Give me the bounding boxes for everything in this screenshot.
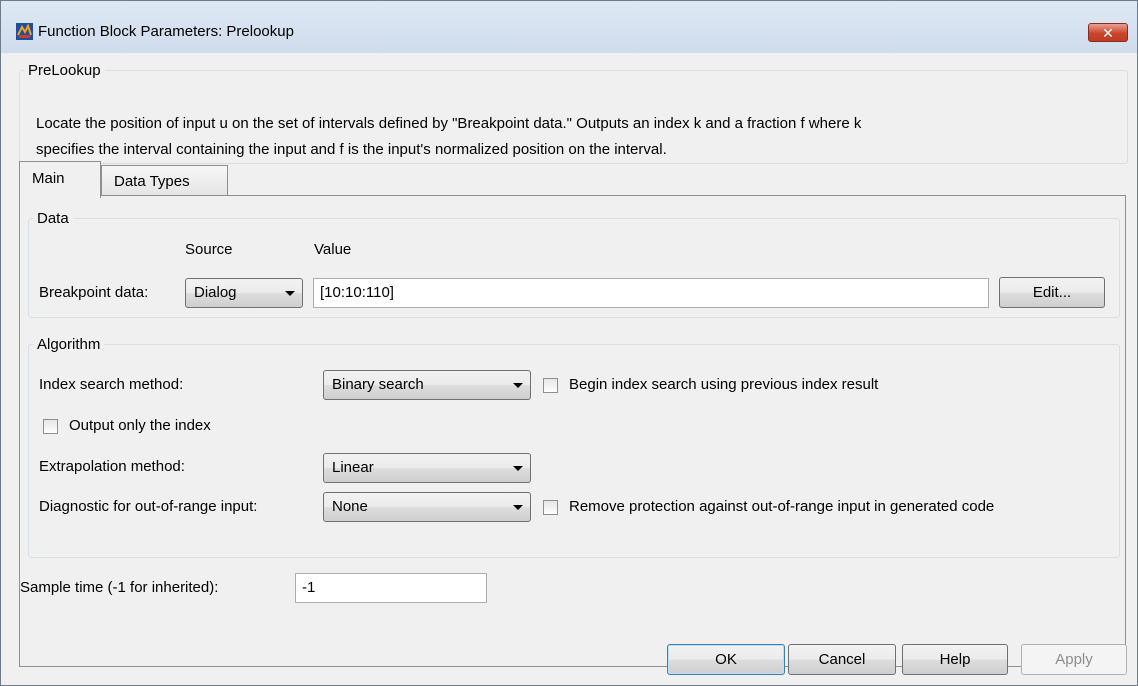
breakpoint-data-label: Breakpoint data:	[39, 284, 149, 301]
chevron-down-icon	[285, 291, 295, 296]
begin-index-checkbox[interactable]	[543, 378, 558, 393]
algorithm-group-title: Algorithm	[37, 336, 101, 353]
chevron-down-icon	[513, 505, 523, 510]
output-index-checkbox[interactable]	[43, 419, 58, 434]
description-line-2: specifies the interval containing the in…	[36, 141, 667, 158]
description-group-title: PreLookup	[28, 62, 101, 79]
tab-data-types[interactable]: Data Types	[101, 165, 228, 198]
block-description: Locate the position of input u on the se…	[36, 111, 1116, 163]
simulink-app-icon	[16, 23, 33, 40]
cancel-button[interactable]: Cancel	[788, 644, 896, 675]
description-group: PreLookup Locate the position of input u…	[19, 62, 1128, 164]
data-group-title: Data	[37, 210, 69, 227]
window-title: Function Block Parameters: Prelookup	[38, 23, 294, 40]
sample-time-label: Sample time (-1 for inherited):	[20, 579, 219, 596]
close-icon[interactable]: ✕	[1088, 23, 1128, 42]
breakpoint-data-input[interactable]: [10:10:110]	[313, 278, 989, 308]
breakpoint-source-value: Dialog	[194, 284, 237, 301]
chevron-down-icon	[513, 383, 523, 388]
chevron-down-icon	[513, 466, 523, 471]
description-line-1: Locate the position of input u on the se…	[36, 115, 862, 132]
ok-button[interactable]: OK	[667, 644, 785, 675]
remove-protection-checkbox[interactable]	[543, 500, 558, 515]
index-search-label: Index search method:	[39, 376, 184, 393]
extrapolation-label: Extrapolation method:	[39, 458, 185, 475]
title-bar[interactable]: Function Block Parameters: Prelookup ✕	[1, 1, 1137, 53]
sample-time-input[interactable]: -1	[295, 573, 487, 603]
source-header: Source	[185, 241, 233, 258]
value-header: Value	[314, 241, 352, 258]
algorithm-group: Algorithm Index search method: Binary se…	[28, 336, 1120, 558]
data-group: Data Source Value Breakpoint data: Dialo…	[28, 210, 1120, 318]
extrapolation-value: Linear	[332, 459, 374, 476]
begin-index-label: Begin index search using previous index …	[569, 376, 879, 393]
dialog-window: Function Block Parameters: Prelookup ✕ P…	[0, 0, 1138, 686]
help-button[interactable]: Help	[902, 644, 1008, 675]
index-search-dropdown[interactable]: Binary search	[323, 370, 531, 400]
breakpoint-source-dropdown[interactable]: Dialog	[185, 278, 303, 308]
diagnostic-label: Diagnostic for out-of-range input:	[39, 498, 258, 515]
edit-button[interactable]: Edit...	[999, 277, 1105, 308]
dialog-content: PreLookup Locate the position of input u…	[9, 53, 1130, 679]
tab-main[interactable]: Main	[19, 161, 101, 198]
index-search-value: Binary search	[332, 376, 424, 393]
remove-protection-label: Remove protection against out-of-range i…	[569, 498, 995, 515]
main-tab-panel: Data Source Value Breakpoint data: Dialo…	[19, 195, 1126, 667]
apply-button[interactable]: Apply	[1021, 644, 1127, 675]
diagnostic-dropdown[interactable]: None	[323, 492, 531, 522]
extrapolation-dropdown[interactable]: Linear	[323, 453, 531, 483]
diagnostic-value: None	[332, 498, 368, 515]
output-index-label: Output only the index	[69, 417, 211, 434]
